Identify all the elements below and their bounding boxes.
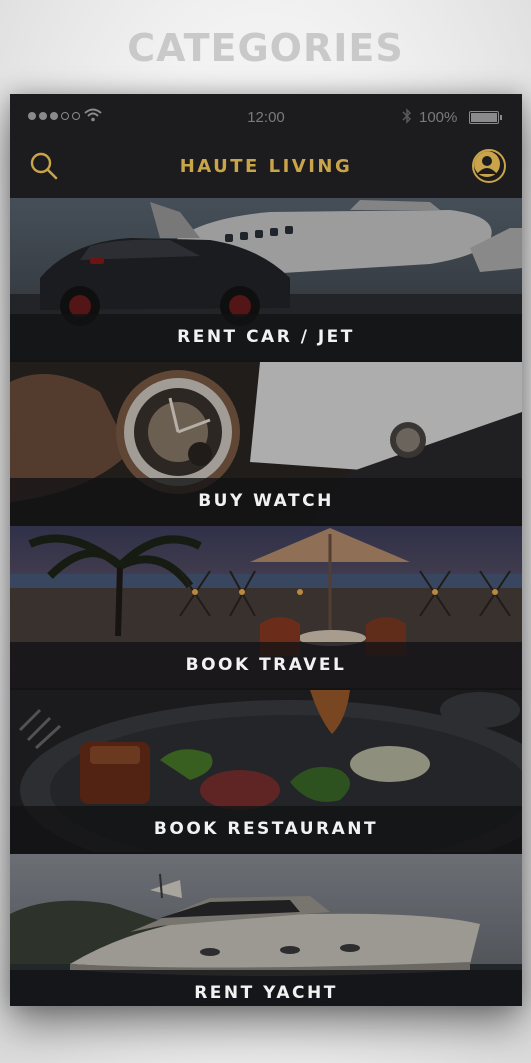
- category-label: BOOK TRAVEL: [10, 642, 522, 688]
- status-bar: 12:00 100%: [10, 94, 522, 140]
- app-title: HAUTE LIVING: [179, 156, 353, 177]
- battery-fill: [471, 113, 497, 122]
- nav-bar: HAUTE LIVING: [10, 140, 522, 198]
- category-label: RENT YACHT: [10, 970, 522, 1006]
- page-heading: CATEGORIES: [127, 26, 404, 70]
- battery-icon: [469, 111, 502, 124]
- phone-frame: 12:00 100% HAUTE LIVING RENT CAR / JET B…: [10, 94, 522, 1006]
- bluetooth-icon: [402, 108, 412, 124]
- category-label: RENT CAR / JET: [10, 314, 522, 360]
- category-list: RENT CAR / JET BUY WATCH BOOK TRAVEL BOO…: [10, 198, 522, 1006]
- category-book-travel[interactable]: BOOK TRAVEL: [10, 526, 522, 690]
- profile-icon: [474, 151, 500, 177]
- category-rent-car-jet[interactable]: RENT CAR / JET: [10, 198, 522, 362]
- profile-button[interactable]: [472, 149, 506, 183]
- category-rent-yacht[interactable]: RENT YACHT: [10, 854, 522, 1006]
- category-label: BOOK RESTAURANT: [10, 806, 522, 852]
- battery-percentage: 100%: [419, 109, 458, 126]
- category-book-restaurant[interactable]: BOOK RESTAURANT: [10, 690, 522, 854]
- category-label: BUY WATCH: [10, 478, 522, 524]
- category-buy-watch[interactable]: BUY WATCH: [10, 362, 522, 526]
